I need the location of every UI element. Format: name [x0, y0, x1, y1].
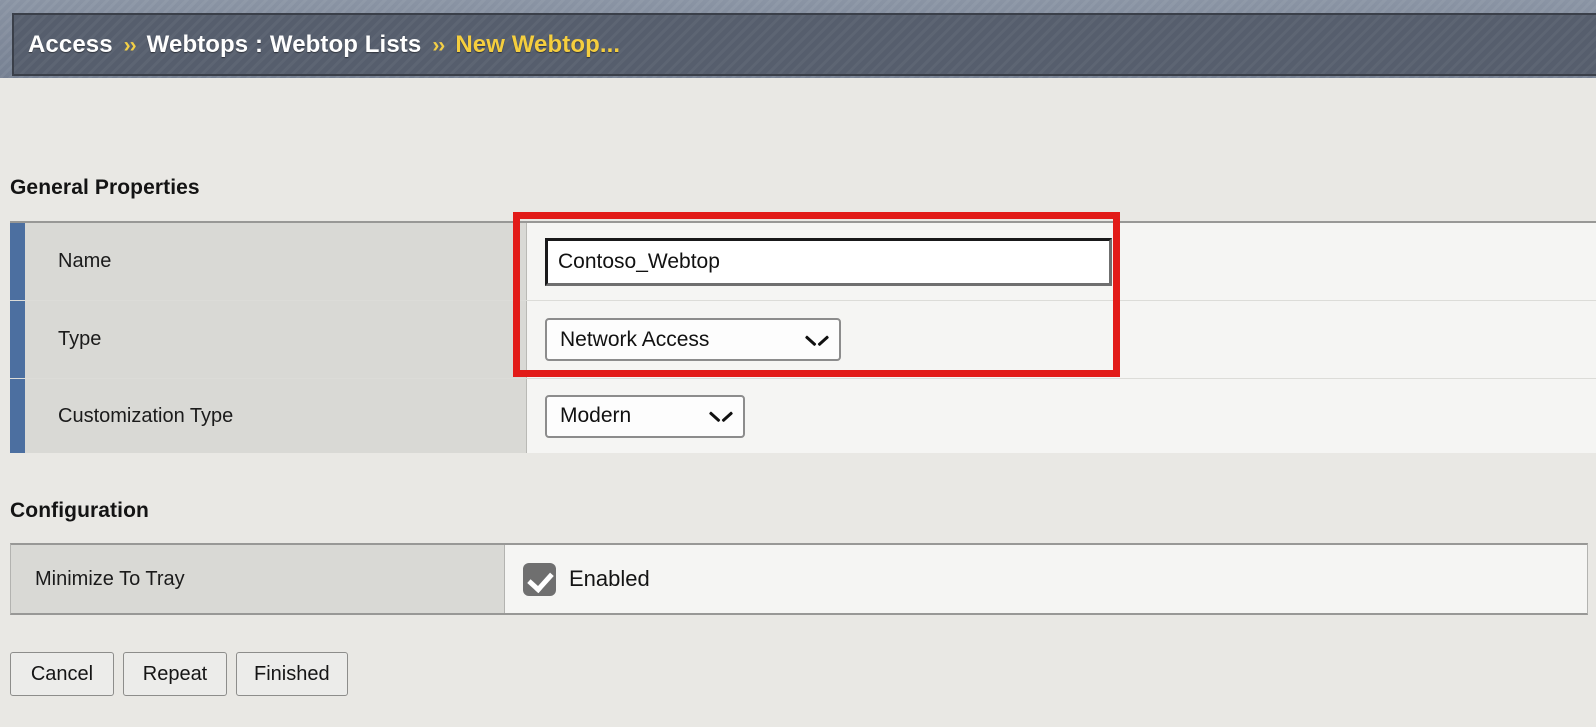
breadcrumb-header-background: Access ›› Webtops : Webtop Lists ›› New …: [0, 0, 1596, 88]
repeat-button[interactable]: Repeat: [123, 652, 227, 696]
type-select[interactable]: Network Access: [545, 318, 841, 361]
row-accent-bar: [10, 223, 25, 300]
customization-type-select[interactable]: Modern: [545, 394, 745, 438]
breadcrumb-separator-icon: ››: [123, 33, 137, 57]
field-value-type: Network Access: [527, 301, 1596, 378]
field-label-name: Name: [25, 223, 527, 300]
cancel-button[interactable]: Cancel: [10, 652, 114, 696]
field-value-name: [527, 223, 1596, 300]
minimize-to-tray-checkbox-row: Enabled: [523, 562, 650, 596]
breadcrumb-item-new-webtop: New Webtop...: [455, 30, 621, 58]
type-select-value: Network Access: [560, 327, 710, 351]
row-accent-bar: [10, 301, 25, 378]
minimize-to-tray-checkbox[interactable]: [523, 562, 556, 596]
finished-button[interactable]: Finished: [236, 652, 348, 696]
table-row: Minimize To Tray Enabled: [11, 545, 1587, 613]
name-input[interactable]: [545, 237, 1112, 286]
breadcrumb-bar: Access ›› Webtops : Webtop Lists ›› New …: [12, 13, 1596, 76]
chevron-down-icon: [807, 334, 827, 346]
header-divider: [0, 78, 1596, 90]
breadcrumb-item-access[interactable]: Access: [28, 31, 113, 59]
breadcrumb-separator-icon: ››: [432, 33, 445, 57]
general-properties-heading: General Properties: [10, 176, 200, 199]
table-row: Name: [10, 223, 1596, 301]
field-label-type: Type: [25, 301, 527, 378]
table-row: Type Network Access: [10, 301, 1596, 379]
breadcrumb: Access ›› Webtops : Webtop Lists ›› New …: [14, 31, 620, 59]
field-label-minimize-to-tray: Minimize To Tray: [11, 545, 505, 613]
row-accent-bar: [10, 379, 25, 453]
field-value-minimize-to-tray: Enabled: [505, 545, 1587, 613]
configuration-heading: Configuration: [10, 499, 149, 522]
customization-type-select-value: Modern: [560, 404, 632, 427]
breadcrumb-item-webtop-lists[interactable]: Webtops : Webtop Lists: [147, 31, 422, 59]
general-properties-table: Name Type Network Access Customization T…: [10, 221, 1596, 453]
minimize-to-tray-checkbox-label: Enabled: [569, 566, 650, 591]
table-row: Customization Type Modern: [10, 379, 1596, 453]
form-action-bar: Cancel Repeat Finished: [10, 652, 348, 696]
configuration-table: Minimize To Tray Enabled: [10, 543, 1588, 615]
field-label-customization-type: Customization Type: [25, 379, 527, 453]
field-value-customization-type: Modern: [527, 379, 1596, 453]
chevron-down-icon: [711, 410, 731, 422]
